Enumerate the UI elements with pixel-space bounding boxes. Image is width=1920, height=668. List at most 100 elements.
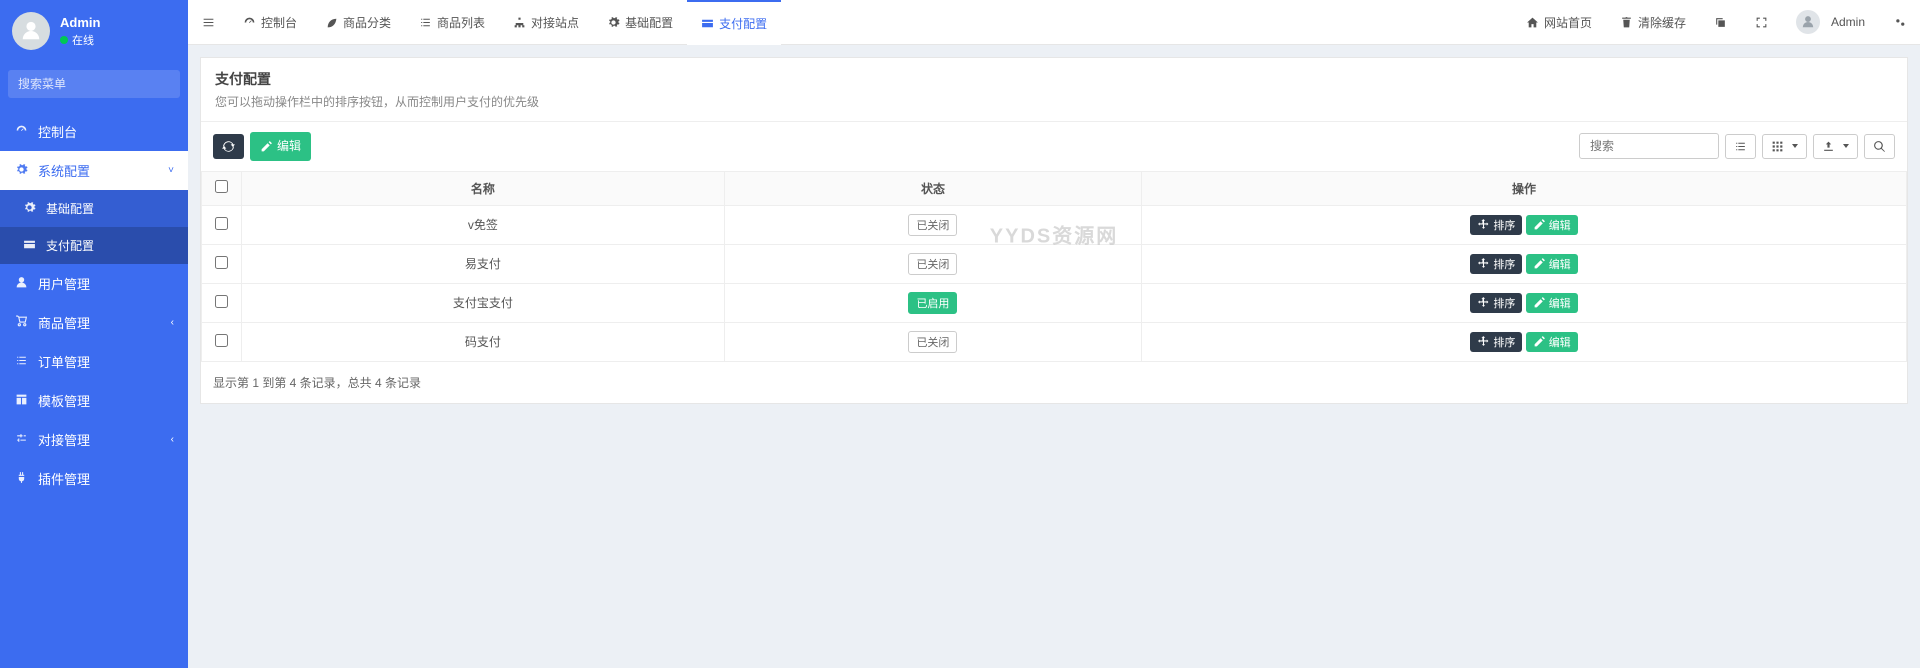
gear-icon: [23, 201, 36, 214]
table-search-input[interactable]: [1579, 133, 1719, 159]
sidebar-nav: 控制台系统配置˅ 基础配置支付配置用户管理商品管理 ‹ 订单管理模板管理对接管理‹ 插件…: [0, 112, 188, 498]
tab-1[interactable]: 商品分类: [311, 0, 405, 44]
export-button[interactable]: [1813, 134, 1858, 159]
sidebar-subitem-1-0[interactable]: 基础配置: [0, 190, 188, 227]
user-panel: Admin 在线: [0, 0, 188, 62]
home-link[interactable]: 网站首页: [1512, 0, 1606, 44]
table-row: 码支付 已关闭 排序 编辑: [202, 322, 1907, 361]
user-name: Admin: [60, 15, 100, 30]
cell-name: 支付宝支付: [242, 283, 725, 322]
pencil-icon: [1533, 296, 1546, 309]
tab-2[interactable]: 商品列表: [405, 0, 499, 44]
sort-button[interactable]: 排序: [1470, 254, 1522, 274]
view-grid-button[interactable]: [1762, 134, 1807, 159]
move-icon: [1477, 257, 1490, 270]
sidebar-item-label: 商品管理: [38, 313, 90, 332]
page-header: 支付配置 您可以拖动操作栏中的排序按钮，从而控制用户支付的优先级: [201, 58, 1907, 122]
sidebar-item-0[interactable]: 控制台: [0, 112, 188, 151]
sidebar-item-label: 用户管理: [38, 274, 90, 293]
col-header-3: 操作: [1142, 171, 1907, 205]
sidebar-item-7[interactable]: 插件管理: [0, 459, 188, 498]
row-checkbox[interactable]: [215, 217, 228, 230]
sort-button[interactable]: 排序: [1470, 332, 1522, 352]
sidebar-subitem-1-1[interactable]: 支付配置: [0, 227, 188, 264]
dashboard-icon: [243, 16, 256, 29]
avatar[interactable]: [12, 12, 50, 50]
status-badge: 已关闭: [908, 214, 957, 236]
sidebar-item-label: 控制台: [38, 122, 77, 141]
home-label: 网站首页: [1544, 14, 1592, 31]
leaf-icon: [325, 16, 338, 29]
sidebar-item-label: 系统配置: [38, 161, 90, 180]
sort-button[interactable]: 排序: [1470, 293, 1522, 313]
row-checkbox[interactable]: [215, 256, 228, 269]
pencil-icon: [1533, 257, 1546, 270]
plug-icon: [15, 471, 28, 484]
sidebar-item-label: 基础配置: [46, 200, 94, 217]
sidebar-item-label: 插件管理: [38, 469, 90, 488]
col-header-1: 名称: [242, 171, 725, 205]
sidebar-item-label: 订单管理: [38, 352, 90, 371]
sidebar-item-6[interactable]: 对接管理‹: [0, 420, 188, 459]
clear-cache-label: 清除缓存: [1638, 14, 1686, 31]
sidebar-item-label: 模板管理: [38, 391, 90, 410]
clear-cache-link[interactable]: 清除缓存: [1606, 0, 1700, 44]
settings-button[interactable]: [1879, 0, 1920, 44]
data-table: 名称状态操作 v免签 已关闭 排序 编辑 易支付 已关闭 排序 编辑 支付宝支付…: [201, 171, 1907, 362]
refresh-button[interactable]: [213, 134, 244, 159]
dashboard-icon: [15, 124, 28, 137]
copy-icon: [1714, 16, 1727, 29]
card-icon: [23, 238, 36, 251]
table-row: 易支付 已关闭 排序 编辑: [202, 244, 1907, 283]
status-dot-icon: [60, 36, 68, 44]
toolbar: 编辑: [201, 122, 1907, 171]
home-icon: [1526, 16, 1539, 29]
chevron-icon: ‹: [171, 317, 174, 328]
sidebar-item-2[interactable]: 用户管理: [0, 264, 188, 303]
edit-button[interactable]: 编辑: [250, 132, 311, 161]
user-menu[interactable]: Admin: [1782, 0, 1879, 44]
sidebar-search-input[interactable]: [8, 70, 180, 98]
sidebar-toggle[interactable]: [188, 0, 229, 44]
sidebar-item-5[interactable]: 模板管理: [0, 381, 188, 420]
sort-button[interactable]: 排序: [1470, 215, 1522, 235]
row-checkbox[interactable]: [215, 334, 228, 347]
cart-icon: [15, 315, 28, 328]
tab-label: 控制台: [261, 14, 297, 31]
list-view-icon: [1734, 140, 1747, 153]
tab-label: 商品分类: [343, 14, 391, 31]
row-edit-button[interactable]: 编辑: [1526, 215, 1578, 235]
grid-view-icon: [1771, 140, 1784, 153]
sidebar-item-1[interactable]: 系统配置˅: [0, 151, 188, 190]
copy-button[interactable]: [1700, 0, 1741, 44]
pencil-icon: [1533, 335, 1546, 348]
sitemap-icon: [513, 16, 526, 29]
row-edit-button[interactable]: 编辑: [1526, 293, 1578, 313]
select-all-checkbox[interactable]: [215, 180, 228, 193]
search-button[interactable]: [1864, 134, 1895, 159]
layout-icon: [15, 393, 28, 406]
sidebar-item-label: 支付配置: [46, 237, 94, 254]
user-avatar-icon: [1796, 10, 1820, 34]
sidebar-item-3[interactable]: 商品管理 ‹: [0, 303, 188, 342]
col-header-0: [202, 171, 242, 205]
tab-5[interactable]: 支付配置: [687, 0, 781, 44]
status-badge: 已关闭: [908, 253, 957, 275]
row-edit-button[interactable]: 编辑: [1526, 332, 1578, 352]
topbar: 控制台 商品分类商品列表 对接站点基础配置支付配置 网站首页 清除缓存 Admin: [188, 0, 1920, 45]
cell-name: 码支付: [242, 322, 725, 361]
sidebar-item-label: 对接管理: [38, 430, 90, 449]
tab-label: 对接站点: [531, 14, 579, 31]
fullscreen-button[interactable]: [1741, 0, 1782, 44]
page-title: 支付配置: [215, 69, 1893, 89]
move-icon: [1477, 296, 1490, 309]
row-checkbox[interactable]: [215, 295, 228, 308]
row-edit-button[interactable]: 编辑: [1526, 254, 1578, 274]
table-row: v免签 已关闭 排序 编辑: [202, 205, 1907, 244]
tab-4[interactable]: 基础配置: [593, 0, 687, 44]
view-list-button[interactable]: [1725, 134, 1756, 159]
tab-0[interactable]: 控制台: [229, 0, 311, 44]
list-icon: [15, 354, 28, 367]
tab-3[interactable]: 对接站点: [499, 0, 593, 44]
sidebar-item-4[interactable]: 订单管理: [0, 342, 188, 381]
